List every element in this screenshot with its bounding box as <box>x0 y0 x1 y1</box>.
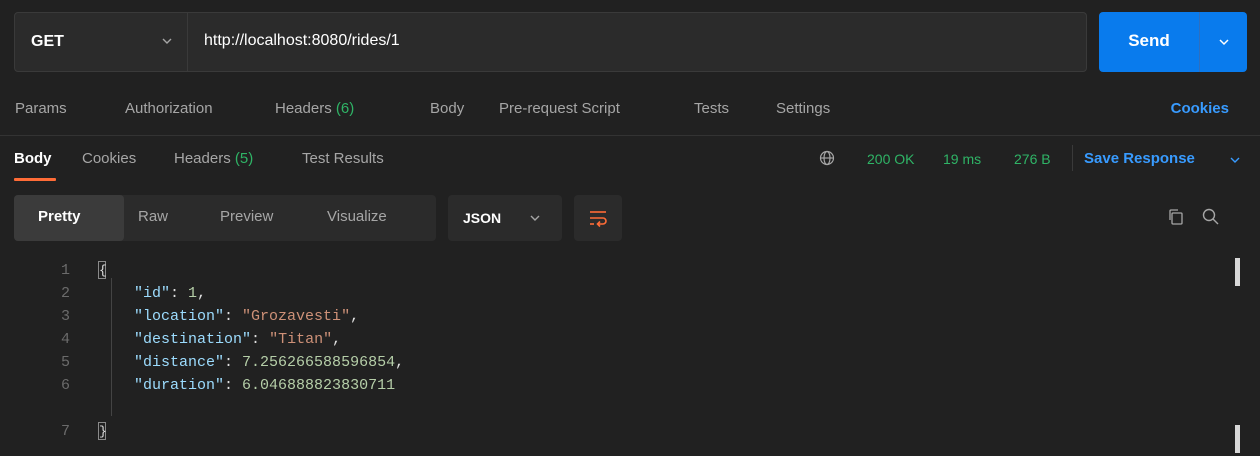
format-tabs: Pretty Raw Preview Visualize <box>14 195 436 241</box>
code-line: 4 "destination": "Titan", <box>0 328 1200 351</box>
url-input[interactable]: http://localhost:8080/rides/1 <box>204 32 400 50</box>
chevron-down-icon <box>162 38 172 44</box>
json-comma: , <box>332 331 342 348</box>
json-key: "id" <box>134 285 171 302</box>
send-button[interactable]: Send <box>1099 12 1247 72</box>
response-tab-headers-label: Headers <box>174 150 231 167</box>
request-bar: GET http://localhost:8080/rides/1 <box>14 12 1087 72</box>
chevron-down-icon[interactable] <box>1217 35 1231 49</box>
divider <box>0 135 1260 136</box>
chevron-down-icon <box>530 215 540 221</box>
json-key: "duration" <box>134 377 225 394</box>
method-label: GET <box>31 33 64 50</box>
tab-authorization[interactable]: Authorization <box>125 100 213 117</box>
response-tab-headers-count: (5) <box>234 150 254 167</box>
format-tab-preview[interactable]: Preview <box>220 208 273 225</box>
scrollbar-thumb[interactable] <box>1235 258 1240 286</box>
tab-params[interactable]: Params <box>15 100 67 117</box>
tab-headers[interactable]: Headers (6) <box>275 100 354 117</box>
code-line: 3 "location": "Grozavesti", <box>0 305 1200 328</box>
response-tab-test-results[interactable]: Test Results <box>302 150 384 167</box>
line-number: 1 <box>60 262 70 279</box>
response-time[interactable]: 19 ms <box>943 151 981 167</box>
json-value: 1 <box>188 285 198 302</box>
divider <box>1072 145 1073 171</box>
json-comma: , <box>350 308 360 325</box>
code-line: 5 "distance": 7.256266588596854, <box>0 351 1200 374</box>
json-comma: , <box>197 285 207 302</box>
globe-icon[interactable] <box>819 150 835 166</box>
send-divider <box>1199 12 1200 72</box>
tab-headers-count: (6) <box>335 100 355 117</box>
scrollbar-thumb[interactable] <box>1235 425 1240 453</box>
format-tab-visualize[interactable]: Visualize <box>327 208 387 225</box>
code-line: 2 "id": 1, <box>0 282 1200 305</box>
json-value: 6.046888823830711 <box>242 377 396 394</box>
json-key: "destination" <box>134 331 252 348</box>
active-tab-indicator <box>14 178 56 181</box>
line-number: 4 <box>60 331 70 348</box>
status-code[interactable]: 200 OK <box>867 151 914 167</box>
format-tab-raw[interactable]: Raw <box>138 208 168 225</box>
json-key: "location" <box>134 308 225 325</box>
tab-body[interactable]: Body <box>430 100 464 117</box>
line-number: 5 <box>60 354 70 371</box>
tab-tests[interactable]: Tests <box>694 100 729 117</box>
send-button-label: Send <box>1128 31 1170 50</box>
json-brace: { <box>98 261 107 280</box>
response-tab-headers[interactable]: Headers (5) <box>174 150 253 167</box>
json-key: "distance" <box>134 354 225 371</box>
json-value: 7.256266588596854 <box>242 354 396 371</box>
line-number: 7 <box>60 423 70 440</box>
json-comma: , <box>395 354 405 371</box>
wrap-lines-button[interactable] <box>574 195 622 241</box>
response-tab-cookies[interactable]: Cookies <box>82 150 136 167</box>
save-response-button[interactable]: Save Response <box>1084 150 1195 167</box>
tab-settings[interactable]: Settings <box>776 100 830 117</box>
wrap-lines-icon <box>590 211 607 228</box>
response-tab-body[interactable]: Body <box>14 150 52 167</box>
response-body-editor[interactable]: 1 { 2 "id": 1, 3 "location": "Grozavesti… <box>0 255 1260 456</box>
chevron-down-icon[interactable] <box>1229 154 1241 166</box>
code-line: 1 { <box>0 259 1200 282</box>
tab-pre-request-script[interactable]: Pre-request Script <box>499 100 620 117</box>
copy-icon[interactable] <box>1167 208 1185 226</box>
json-value: "Grozavesti" <box>242 308 351 325</box>
cookies-link[interactable]: Cookies <box>1171 100 1229 117</box>
line-number: 3 <box>60 308 70 325</box>
json-brace: } <box>98 422 107 441</box>
line-number: 2 <box>60 285 70 302</box>
search-icon[interactable] <box>1201 207 1221 227</box>
code-line: 6 "duration": 6.046888823830711 <box>0 374 1200 397</box>
json-value: "Titan" <box>269 331 333 348</box>
line-number: 6 <box>60 377 70 394</box>
language-select[interactable]: JSON <box>448 195 562 241</box>
response-size[interactable]: 276 B <box>1014 151 1051 167</box>
tab-headers-label: Headers <box>275 100 332 117</box>
language-label: JSON <box>463 210 502 226</box>
format-tab-pretty[interactable]: Pretty <box>38 208 81 225</box>
code-line: 7 } <box>0 420 1200 443</box>
method-select[interactable]: GET <box>15 13 188 71</box>
